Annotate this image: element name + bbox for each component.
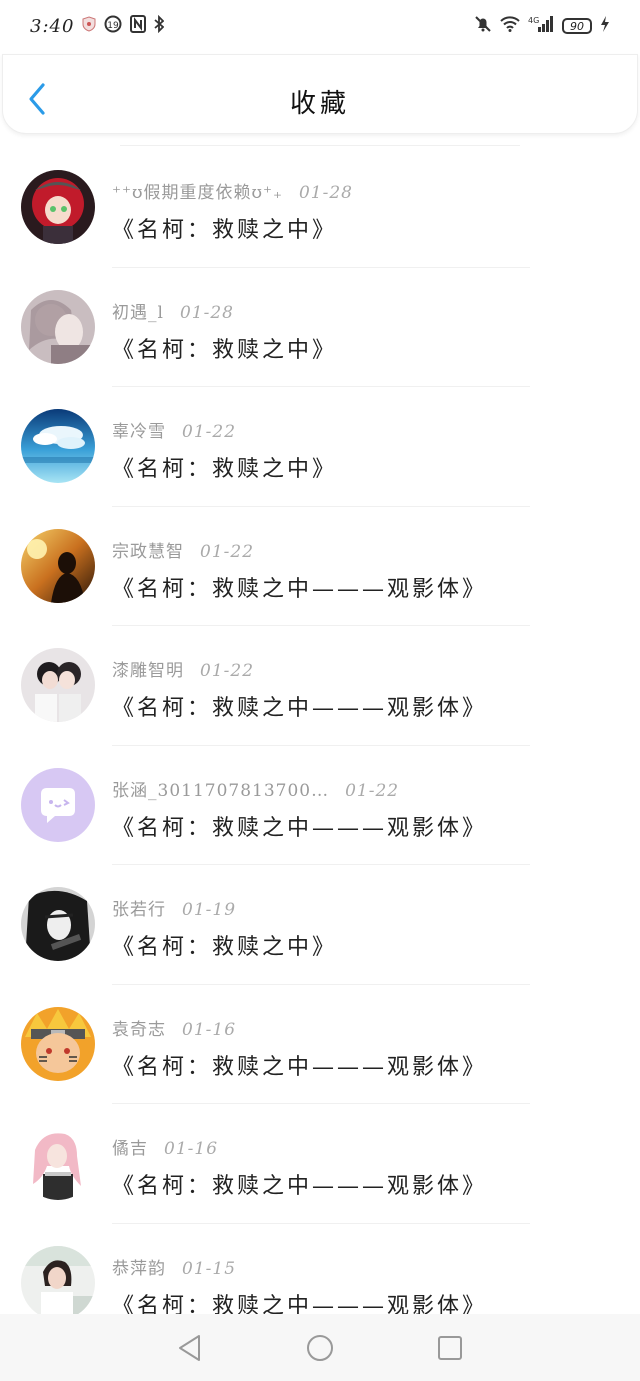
red-hair-anime-avatar[interactable] bbox=[21, 170, 95, 244]
dark-anime-avatar[interactable] bbox=[21, 887, 95, 961]
item-title[interactable]: 《名柯：救赎之中》 bbox=[112, 929, 337, 961]
item-date: 01-22 bbox=[182, 422, 237, 442]
couple-photo-avatar[interactable] bbox=[21, 648, 95, 722]
item-author[interactable]: 初遇_l bbox=[112, 303, 164, 323]
naruto-avatar[interactable] bbox=[21, 1006, 95, 1081]
item-date: 01-16 bbox=[164, 1139, 219, 1159]
list-item[interactable]: 宗政慧智 01-22 《名柯：救赎之中———观影体》 bbox=[0, 507, 640, 626]
item-meta: 初遇_l 01-28 bbox=[112, 298, 234, 323]
item-meta: 张若行 01-19 bbox=[112, 895, 236, 920]
list-item[interactable]: 漆雕智明 01-22 《名柯：救赎之中———观影体》 bbox=[0, 626, 640, 746]
item-author[interactable]: 僪吉 bbox=[112, 1139, 148, 1159]
signal-icon: 4G bbox=[528, 15, 554, 37]
list-item[interactable]: 初遇_l 01-28 《名柯：救赎之中》 bbox=[0, 268, 640, 387]
sunset-silhouette-avatar[interactable] bbox=[21, 528, 95, 603]
item-title[interactable]: 《名柯：救赎之中———观影体》 bbox=[112, 1168, 487, 1200]
status-right: 4G 90 bbox=[474, 15, 610, 37]
top-divider bbox=[120, 145, 520, 146]
item-date: 01-28 bbox=[298, 183, 353, 203]
list-item[interactable]: ⁺⁺ʊ假期重度依赖ʊ⁺₊ 01-28 《名柯：救赎之中》 bbox=[0, 148, 640, 268]
item-title[interactable]: 《名柯：救赎之中———观影体》 bbox=[112, 571, 487, 603]
item-author[interactable]: ⁺⁺ʊ假期重度依赖ʊ⁺₊ bbox=[112, 183, 283, 203]
item-title[interactable]: 《名柯：救赎之中———观影体》 bbox=[112, 810, 487, 842]
wifi-icon bbox=[500, 16, 520, 36]
triangle-back-icon bbox=[179, 1334, 200, 1361]
item-meta: 漆雕智明 01-22 bbox=[112, 656, 254, 681]
list-item[interactable]: 辜冷雪 01-22 《名柯：救赎之中》 bbox=[0, 387, 640, 507]
list-item[interactable]: 张若行 01-19 《名柯：救赎之中》 bbox=[0, 865, 640, 985]
nav-home-button[interactable] bbox=[300, 1328, 340, 1368]
list-item[interactable]: 张涵_3011707813700… 01-22 《名柯：救赎之中———观影体》 bbox=[0, 746, 640, 865]
app-notification-icon: 19 bbox=[104, 15, 122, 37]
list-item[interactable]: 袁奇志 01-16 《名柯：救赎之中———观影体》 bbox=[0, 985, 640, 1104]
item-title[interactable]: 《名柯：救赎之中》 bbox=[112, 212, 337, 244]
list-item[interactable]: 僪吉 01-16 《名柯：救赎之中———观影体》 bbox=[0, 1104, 640, 1224]
nav-back-button[interactable] bbox=[170, 1328, 210, 1368]
network-type: 4G bbox=[528, 16, 539, 25]
status-left: 3:40 19 bbox=[30, 14, 165, 37]
sky-clouds-avatar[interactable] bbox=[21, 409, 95, 483]
page-title: 收藏 bbox=[289, 89, 350, 119]
item-author[interactable]: 漆雕智明 bbox=[112, 661, 184, 681]
item-date: 01-16 bbox=[182, 1019, 237, 1040]
svg-text:19: 19 bbox=[108, 21, 120, 31]
item-meta: 袁奇志 01-16 bbox=[112, 1015, 236, 1040]
item-date: 01-22 bbox=[345, 780, 400, 801]
system-nav-bar bbox=[0, 1314, 640, 1381]
item-title[interactable]: 《名柯：救赎之中》 bbox=[112, 332, 337, 364]
nfc-icon bbox=[130, 15, 147, 37]
item-title[interactable]: 《名柯：救赎之中———观影体》 bbox=[112, 690, 487, 722]
item-meta: 宗政慧智 01-22 bbox=[112, 537, 254, 562]
bluetooth-icon bbox=[154, 14, 165, 37]
item-date: 01-19 bbox=[182, 900, 237, 920]
item-author[interactable]: 辜冷雪 bbox=[112, 422, 166, 442]
item-date: 01-22 bbox=[200, 541, 255, 562]
item-author[interactable]: 袁奇志 bbox=[112, 1020, 166, 1040]
item-date: 01-15 bbox=[182, 1258, 237, 1279]
item-author[interactable]: 张涵_3011707813700… bbox=[112, 781, 329, 801]
item-author[interactable]: 张若行 bbox=[112, 900, 166, 920]
item-author[interactable]: 恭萍韵 bbox=[112, 1259, 166, 1279]
item-date: 01-22 bbox=[200, 661, 255, 681]
mute-bell-icon bbox=[474, 15, 492, 37]
item-date: 01-28 bbox=[179, 302, 234, 323]
item-meta: 张涵_3011707813700… 01-22 bbox=[112, 776, 399, 801]
favorites-list: ⁺⁺ʊ假期重度依赖ʊ⁺₊ 01-28 《名柯：救赎之中》 初遇_l 01-28 《名柯：救… bbox=[0, 148, 640, 1343]
pink-hair-avatar[interactable] bbox=[21, 1126, 95, 1200]
item-meta: 恭萍韵 01-15 bbox=[112, 1254, 236, 1279]
girl-photo-avatar[interactable] bbox=[21, 1245, 95, 1320]
charging-icon bbox=[600, 16, 610, 36]
item-title[interactable]: 《名柯：救赎之中》 bbox=[112, 451, 337, 483]
shield-icon bbox=[82, 16, 96, 36]
pale-anime-avatar[interactable] bbox=[21, 289, 95, 364]
circle-home-icon bbox=[307, 1334, 333, 1361]
item-author[interactable]: 宗政慧智 bbox=[112, 542, 184, 562]
default-chat-avatar[interactable] bbox=[21, 767, 95, 842]
header: 收藏 bbox=[2, 54, 638, 134]
item-meta: 僪吉 01-16 bbox=[112, 1134, 218, 1159]
item-title[interactable]: 《名柯：救赎之中———观影体》 bbox=[112, 1049, 487, 1081]
item-meta: ⁺⁺ʊ假期重度依赖ʊ⁺₊ 01-28 bbox=[112, 178, 353, 203]
nav-recents-button[interactable] bbox=[430, 1328, 470, 1368]
square-recents-icon bbox=[438, 1335, 462, 1360]
item-meta: 辜冷雪 01-22 bbox=[112, 417, 236, 442]
status-bar: 3:40 19 4G 90 bbox=[0, 0, 640, 52]
battery-icon: 90 bbox=[562, 18, 592, 34]
status-time: 3:40 bbox=[30, 15, 75, 37]
